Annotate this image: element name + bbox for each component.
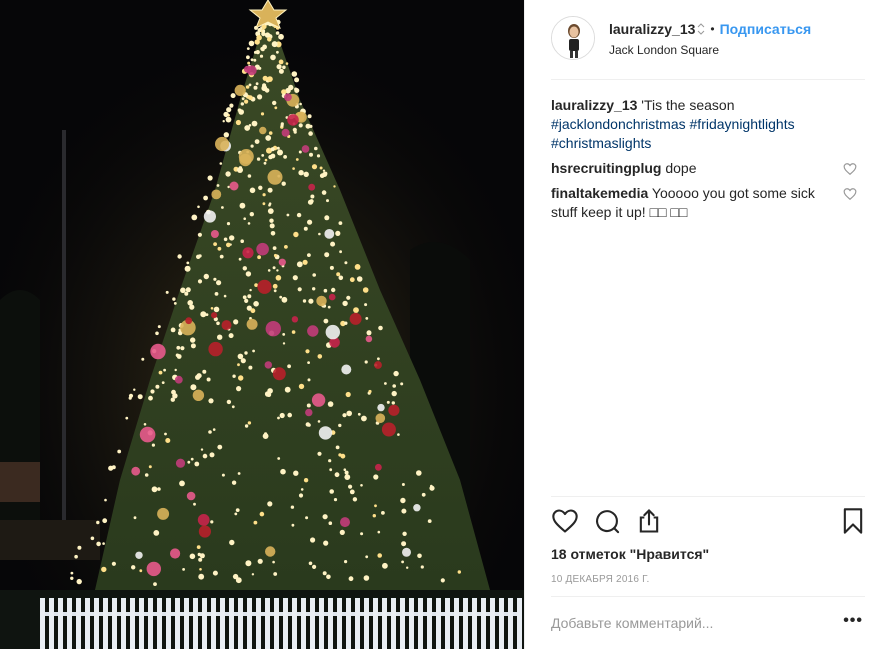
post-side-panel: lauralizzy_13 • Подписаться Jack London … xyxy=(524,0,874,649)
header-user-row: lauralizzy_13 • Подписаться xyxy=(609,21,811,37)
comment-like-icon[interactable] xyxy=(843,187,857,201)
comment-username[interactable]: finaltakemedia xyxy=(551,185,648,201)
heart-icon[interactable] xyxy=(551,507,581,537)
more-options-button[interactable]: ••• xyxy=(843,613,863,629)
caption-comment: lauralizzy_13 'Tis the season #jacklondo… xyxy=(551,96,851,153)
post-photo[interactable] xyxy=(0,0,524,649)
comment-item: finaltakemedia Yooooo you got some sick … xyxy=(551,184,857,222)
header-username[interactable]: lauralizzy_13 xyxy=(609,21,695,37)
speech-bubble-icon[interactable] xyxy=(593,507,623,537)
comment-like-icon[interactable] xyxy=(843,162,857,176)
comment-item: hsrecruitingplug dope xyxy=(551,159,857,178)
comment-username[interactable]: lauralizzy_13 xyxy=(551,97,637,113)
hashtag-link[interactable]: #fridaynightlights xyxy=(690,116,795,132)
location-link[interactable]: Jack London Square xyxy=(609,43,719,57)
verified-toggle-icon xyxy=(697,23,705,35)
share-icon[interactable] xyxy=(635,507,665,537)
hashtag-link[interactable]: #jacklondonchristmas xyxy=(551,116,686,132)
comment-text: dope xyxy=(665,160,697,176)
christmas-tree-image xyxy=(0,0,524,649)
likes-count[interactable]: 18 отметок "Нравится" xyxy=(551,546,709,562)
hashtag-link[interactable]: #christmaslights xyxy=(551,135,651,151)
bitmoji-avatar-icon[interactable] xyxy=(551,16,595,60)
separator-dot: • xyxy=(710,22,715,36)
comment-input[interactable] xyxy=(551,615,821,631)
comment-text: 'Tis the season xyxy=(641,97,735,113)
comments-list: lauralizzy_13 'Tis the season #jacklondo… xyxy=(551,96,857,228)
add-comment-bar: ••• xyxy=(551,596,865,649)
post-header: lauralizzy_13 • Подписаться Jack London … xyxy=(551,16,865,80)
follow-button[interactable]: Подписаться xyxy=(720,21,812,37)
post-actions: 18 отметок "Нравится" 10 ДЕКАБРЯ 2016 Г. xyxy=(551,496,865,596)
post-date[interactable]: 10 ДЕКАБРЯ 2016 Г. xyxy=(551,574,649,585)
comment-username[interactable]: hsrecruitingplug xyxy=(551,160,661,176)
bookmark-icon[interactable] xyxy=(839,507,869,537)
